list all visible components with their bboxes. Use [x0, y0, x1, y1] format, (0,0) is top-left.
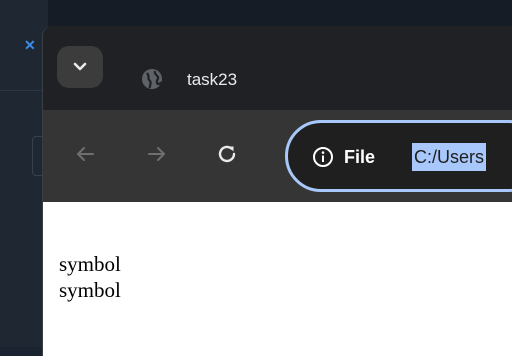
content-line-2: symbol	[59, 278, 121, 302]
tab-title: task23	[187, 70, 238, 89]
vscode-logo-icon: ✕	[24, 37, 36, 53]
url-text[interactable]: C:/Users	[412, 143, 487, 171]
page-content: symbol symbol	[43, 202, 512, 356]
arrow-right-icon	[148, 147, 165, 161]
browser-toolbar: File C:/Users	[43, 110, 512, 202]
content-line-1: symbol	[59, 252, 121, 276]
scheme-label: File	[344, 147, 376, 167]
chevron-down-icon	[73, 62, 87, 71]
background-divider	[0, 90, 48, 91]
address-bar[interactable]: File C:/Users	[285, 120, 512, 192]
globe-icon	[142, 69, 162, 89]
browser-window: task23 File C:/Users symbol symbol	[43, 26, 512, 356]
back-button[interactable]	[71, 140, 99, 168]
reload-icon	[218, 145, 236, 163]
tab-task23[interactable]: task23	[121, 40, 512, 110]
tab-search-button[interactable]	[57, 46, 103, 88]
arrow-left-icon	[77, 147, 94, 161]
reload-button[interactable]	[213, 140, 241, 168]
info-icon[interactable]	[312, 146, 334, 168]
background-app-titlebar	[0, 0, 512, 28]
tab-strip: task23	[43, 26, 512, 110]
forward-button[interactable]	[143, 140, 171, 168]
